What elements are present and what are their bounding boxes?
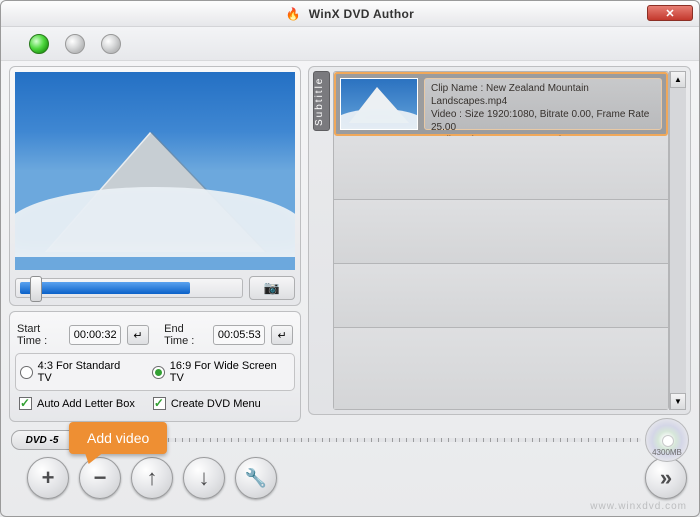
plus-icon: + [42,465,55,491]
start-time-input[interactable] [69,325,121,345]
step-led-3[interactable] [101,34,121,54]
app-title: 🔥 WinX DVD Author [286,7,414,21]
app-title-text: WinX DVD Author [309,7,414,21]
step-indicator-row [1,27,699,61]
clip-row-empty [334,264,668,328]
seek-handle[interactable] [30,276,42,302]
clip-name: Clip Name : New Zealand Mountain Landsca… [431,82,655,108]
arrow-down-icon: ↓ [199,465,210,491]
move-up-button[interactable]: ↑ [131,457,173,499]
double-chevron-right-icon: » [660,465,672,491]
step-led-1[interactable] [29,34,49,54]
clip-thumbnail [340,78,418,130]
arrow-up-icon: ↑ [147,465,158,491]
radio-icon [152,366,165,379]
time-panel: Start Time : ↵ End Time : ↵ 4:3 For Stan… [9,311,301,422]
add-video-button[interactable]: + [27,457,69,499]
clip-info: Clip Name : New Zealand Mountain Landsca… [424,78,662,130]
letterbox-label: Auto Add Letter Box [37,398,135,410]
scroll-down-button[interactable]: ▼ [670,393,686,410]
aspect-169-label: 16:9 For Wide Screen TV [170,360,290,384]
dvd-format-label[interactable]: DVD -5 [11,430,73,450]
aspect-169-option[interactable]: 16:9 For Wide Screen TV [152,360,290,384]
clip-list-scrollbar[interactable]: ▲ ▼ [669,71,686,410]
settings-button[interactable]: 🔧 [235,457,277,499]
clip-row-empty [334,328,668,409]
close-button[interactable]: ✕ [647,5,693,21]
aspect-43-option[interactable]: 4:3 For Standard TV [20,360,134,384]
clip-row-empty [334,200,668,264]
video-preview[interactable] [15,72,295,270]
start-time-apply-button[interactable]: ↵ [127,325,149,345]
tooltip-text: Add video [87,430,149,446]
clip-video-info: Video : Size 1920:1080, Bitrate 0.00, Fr… [431,108,655,134]
next-step-button[interactable]: » [645,457,687,499]
scroll-up-button[interactable]: ▲ [670,71,686,88]
seek-bar[interactable] [15,278,243,298]
move-down-button[interactable]: ↓ [183,457,225,499]
enter-icon: ↵ [133,329,142,342]
start-time-label: Start Time : [17,323,63,347]
checkbox-icon [153,397,166,410]
app-icon: 🔥 [286,7,301,21]
disc-capacity-label: 4300MB [652,448,682,457]
aspect-43-label: 4:3 For Standard TV [38,360,134,384]
letterbox-checkbox[interactable]: Auto Add Letter Box [19,397,135,410]
dvdmenu-label: Create DVD Menu [171,398,261,410]
title-bar: 🔥 WinX DVD Author ✕ [1,1,699,27]
wrench-icon: 🔧 [245,468,267,489]
clip-row-empty [334,136,668,200]
clip-list: Clip Name : New Zealand Mountain Landsca… [333,71,669,410]
watermark: www.winxdvd.com [590,501,687,512]
snapshot-button[interactable]: 📷 [249,276,295,300]
end-time-input[interactable] [213,325,265,345]
minus-icon: − [94,465,107,491]
add-video-tooltip: Add video [69,422,167,454]
clip-list-panel: Subtitle Clip Name : New Zealand Mountai… [308,66,691,415]
end-time-apply-button[interactable]: ↵ [271,325,293,345]
dvdmenu-checkbox[interactable]: Create DVD Menu [153,397,261,410]
subtitle-tab[interactable]: Subtitle [313,71,330,131]
options-row: Auto Add Letter Box Create DVD Menu [15,391,295,416]
clip-row[interactable]: Clip Name : New Zealand Mountain Landsca… [334,72,668,136]
step-led-2[interactable] [65,34,85,54]
checkbox-icon [19,397,32,410]
camera-icon: 📷 [264,280,280,296]
radio-icon [20,366,33,379]
enter-icon: ↵ [278,329,287,342]
preview-panel: 📷 [9,66,301,306]
disc-capacity-icon: 4300MB [645,418,689,462]
end-time-label: End Time : [164,323,207,347]
aspect-ratio-group: 4:3 For Standard TV 16:9 For Wide Screen… [15,353,295,391]
